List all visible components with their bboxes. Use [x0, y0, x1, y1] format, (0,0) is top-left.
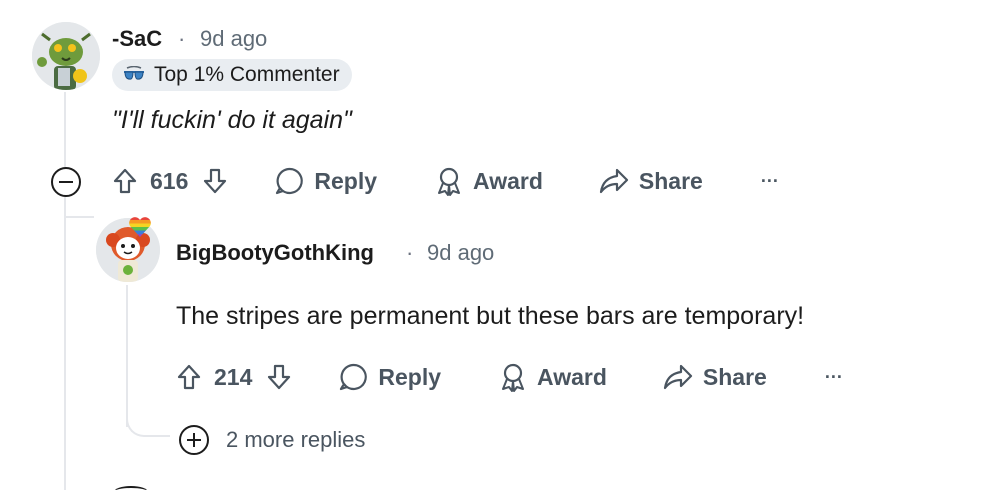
plus-circle-icon: [178, 424, 210, 456]
username[interactable]: BigBootyGothKing: [176, 240, 374, 266]
award-button[interactable]: Award: [435, 166, 543, 196]
reply-label: Reply: [314, 167, 378, 194]
comment-text: "I'll fuckin' do it again": [112, 106, 352, 134]
more-options-icon: ···: [760, 170, 779, 191]
thread-line-branch: [64, 216, 94, 218]
more-replies-label: 2 more replies: [226, 427, 366, 452]
more-options-button[interactable]: ···: [761, 171, 779, 192]
upvote-icon[interactable]: [112, 167, 138, 195]
collapse-button[interactable]: [51, 167, 81, 197]
award-icon: [499, 362, 527, 392]
vote-count: 214: [214, 363, 253, 390]
sunglasses-icon: [122, 66, 146, 84]
thread-line-main[interactable]: [64, 92, 66, 490]
share-label: Share: [638, 167, 703, 194]
more-options-icon: ···: [824, 366, 843, 387]
award-label: Award: [473, 167, 543, 194]
share-icon: [663, 364, 693, 390]
share-icon: [599, 168, 629, 194]
chat-bubble-icon: [274, 166, 304, 196]
avatar-image: [32, 22, 100, 90]
share-button[interactable]: Share: [599, 168, 703, 195]
thread-line-reply-curve: [126, 405, 170, 437]
comment-actions: 616 Reply Award Share ···: [112, 161, 779, 201]
chat-bubble-icon: [338, 362, 368, 392]
separator-dot: ·: [406, 240, 414, 265]
flair-text: Top 1% Commenter: [154, 63, 340, 86]
timestamp[interactable]: 9d ago: [200, 26, 267, 52]
user-flair: Top 1% Commenter: [112, 59, 352, 91]
minus-icon: [59, 181, 73, 183]
avatar[interactable]: [32, 22, 100, 90]
more-replies-button[interactable]: 2 more replies: [178, 424, 365, 456]
upvote-icon[interactable]: [176, 363, 202, 391]
username[interactable]: -SaC: [112, 26, 162, 52]
separator-dot: ·: [178, 26, 186, 51]
rainbow-heart-icon: [128, 216, 152, 238]
more-options-button[interactable]: ···: [825, 367, 843, 388]
award-button[interactable]: Award: [499, 362, 607, 392]
reply-label: Reply: [378, 363, 442, 390]
award-icon: [435, 166, 463, 196]
comment-actions: 214 Reply Award Share ···: [176, 357, 843, 397]
share-label: Share: [702, 363, 767, 390]
comment-text: The stripes are permanent but these bars…: [176, 302, 805, 330]
award-label: Award: [537, 363, 607, 390]
timestamp[interactable]: 9d ago: [427, 240, 494, 266]
comment-thread: -SaC · 9d ago Top 1% Commenter "I'll fuc…: [0, 0, 984, 490]
next-avatar-edge: [114, 486, 148, 490]
downvote-icon[interactable]: [266, 363, 292, 391]
reply-button[interactable]: Reply: [338, 362, 441, 392]
downvote-icon[interactable]: [202, 167, 228, 195]
share-button[interactable]: Share: [663, 364, 767, 391]
vote-count: 616: [150, 167, 189, 194]
reply-button[interactable]: Reply: [274, 166, 377, 196]
